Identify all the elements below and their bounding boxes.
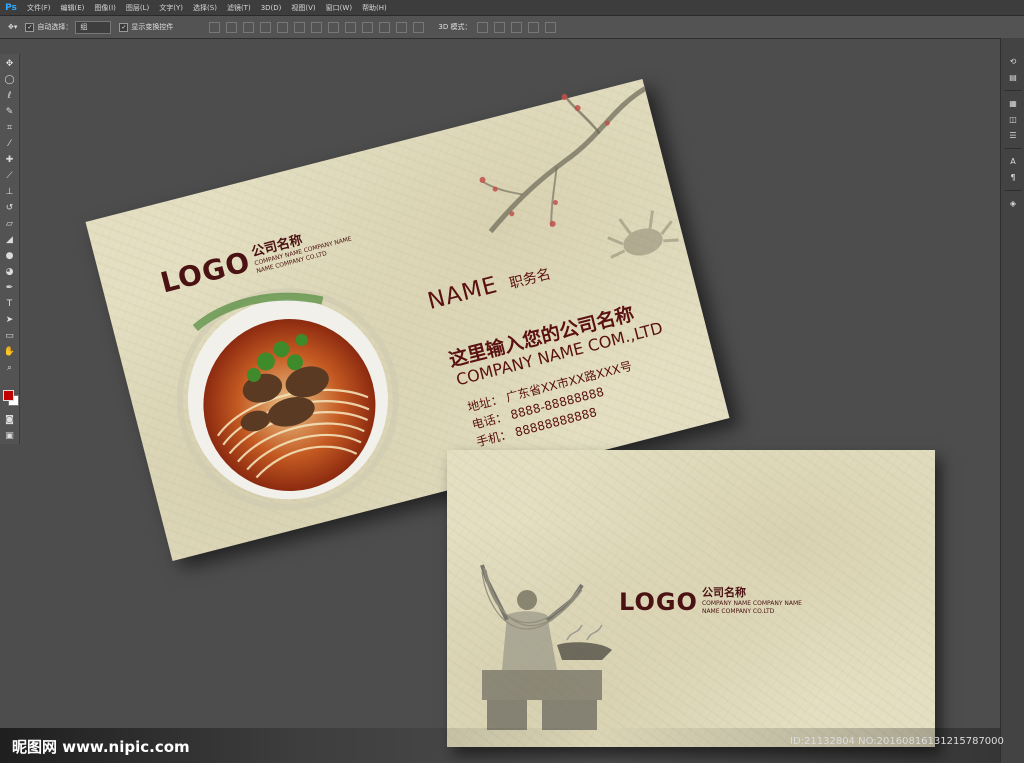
marquee-tool-icon[interactable]: ◯: [3, 74, 16, 87]
3d-roll-icon[interactable]: [494, 21, 506, 33]
photoshop-logo: Ps: [5, 2, 17, 13]
options-bar: ✥▾ ✓ 自动选择： 组 ✓ 显示变换控件 3D 模式：: [0, 16, 1024, 39]
3d-pan-icon[interactable]: [511, 21, 523, 33]
eraser-tool-icon[interactable]: ▱: [3, 218, 16, 231]
show-transform-option[interactable]: ✓ 显示变换控件: [119, 22, 173, 32]
menu-file[interactable]: 文件(F): [22, 3, 56, 13]
quick-select-tool-icon[interactable]: ✎: [3, 106, 16, 119]
path-select-tool-icon[interactable]: ➤: [3, 314, 16, 327]
person-name: NAME: [425, 271, 501, 315]
menu-3d[interactable]: 3D(D): [256, 4, 287, 12]
history-brush-tool-icon[interactable]: ↺: [3, 202, 16, 215]
adjustments-panel-icon[interactable]: ☰: [1007, 130, 1019, 141]
blur-tool-icon[interactable]: ●: [3, 250, 16, 263]
move-tool-preset[interactable]: ✥▾: [8, 23, 17, 31]
menu-filter[interactable]: 滤镜(T): [222, 3, 256, 13]
layers-panel-icon[interactable]: ◫: [1007, 114, 1019, 125]
align-bottom-icon[interactable]: [243, 21, 255, 33]
back-company-en-1: COMPANY NAME COMPANY NAME: [701, 600, 802, 607]
noodle-chef-illustration: [480, 564, 612, 730]
align-center-icon[interactable]: [277, 21, 289, 33]
3d-scale-icon[interactable]: [545, 21, 557, 33]
align-buttons: [203, 21, 425, 33]
front-logo: LOGO: [157, 244, 254, 300]
distribute-bottom-icon[interactable]: [345, 21, 357, 33]
menu-bar: Ps 文件(F) 编辑(E) 图像(I) 图层(L) 文字(Y) 选择(S) 滤…: [0, 0, 1024, 16]
paragraph-panel-icon[interactable]: ¶: [1007, 172, 1019, 183]
pen-tool-icon[interactable]: ✒: [3, 282, 16, 295]
gradient-tool-icon[interactable]: ◢: [3, 234, 16, 247]
menu-help[interactable]: 帮助(H): [357, 3, 392, 13]
auto-select-dropdown[interactable]: 组: [75, 20, 112, 34]
align-right-icon[interactable]: [294, 21, 306, 33]
character-panel-icon[interactable]: A: [1007, 156, 1019, 167]
align-left-icon[interactable]: [260, 21, 272, 33]
quick-mask-icon[interactable]: ◙: [3, 414, 16, 427]
crop-tool-icon[interactable]: ⌗: [3, 122, 16, 135]
align-top-icon[interactable]: [209, 21, 221, 33]
back-logo: LOGO: [619, 588, 698, 616]
move-tool-icon[interactable]: ✥: [3, 58, 16, 71]
back-logo-block: LOGO 公司名称 COMPANY NAME COMPANY NAME NAME…: [619, 584, 802, 616]
auto-align-icon[interactable]: [413, 21, 425, 33]
align-middle-icon[interactable]: [226, 21, 238, 33]
back-company-en-2: NAME COMPANY CO.LTD: [701, 608, 775, 615]
properties-panel-icon[interactable]: ▤: [1007, 72, 1019, 83]
auto-select-label: 自动选择：: [37, 23, 73, 31]
3d-rotate-icon[interactable]: [477, 21, 489, 33]
watermark-id: ID:21132804 NO:20160816131215787000: [790, 736, 1004, 747]
3d-panel-icon[interactable]: ◈: [1007, 198, 1019, 209]
menu-layer[interactable]: 图层(L): [121, 3, 154, 13]
watermark-site: 昵图网 www.nipic.com: [12, 738, 190, 756]
panel-dock: ⟲ ▤ ▦ ◫ ☰ A ¶ ◈: [1000, 38, 1024, 763]
swatches-panel-icon[interactable]: ▦: [1007, 98, 1019, 109]
back-company-names: 公司名称 COMPANY NAME COMPANY NAME NAME COMP…: [702, 584, 802, 616]
dodge-tool-icon[interactable]: ◕: [3, 266, 16, 279]
name-title-row: NAME 职务名: [425, 259, 553, 315]
show-transform-checkbox[interactable]: ✓: [119, 22, 129, 32]
shape-tool-icon[interactable]: ▭: [3, 330, 16, 343]
foreground-color-swatch[interactable]: [3, 390, 14, 401]
hand-tool-icon[interactable]: ✋: [3, 346, 16, 359]
job-title: 职务名: [507, 266, 553, 293]
distribute-right-icon[interactable]: [396, 21, 408, 33]
business-card-back: LOGO 公司名称 COMPANY NAME COMPANY NAME NAME…: [447, 450, 935, 747]
tools-panel: ✥ ◯ ℓ ✎ ⌗ ⁄ ✚ ⟋ ⊥ ↺ ▱ ◢ ● ◕ ✒ T ➤ ▭ ✋ ⌕ …: [0, 54, 20, 444]
show-transform-label: 显示变换控件: [131, 23, 174, 31]
3d-slide-icon[interactable]: [528, 21, 540, 33]
menu-image[interactable]: 图像(I): [89, 3, 121, 13]
distribute-middle-icon[interactable]: [328, 21, 340, 33]
menu-window[interactable]: 窗口(W): [321, 3, 357, 13]
front-company-names: 公司名称 COMPANY NAME COMPANY NAME NAME COMP…: [249, 217, 355, 276]
lasso-tool-icon[interactable]: ℓ: [3, 90, 16, 103]
menu-select[interactable]: 选择(S): [188, 3, 222, 13]
auto-select-option[interactable]: ✓ 自动选择： 组: [25, 20, 112, 34]
screen-mode-icon[interactable]: ▣: [3, 430, 16, 443]
eyedropper-tool-icon[interactable]: ⁄: [3, 138, 16, 151]
move-icon: ✥▾: [8, 23, 18, 31]
type-tool-icon[interactable]: T: [3, 298, 16, 311]
zoom-tool-icon[interactable]: ⌕: [3, 362, 16, 375]
distribute-left-icon[interactable]: [362, 21, 374, 33]
distribute-top-icon[interactable]: [311, 21, 323, 33]
auto-select-checkbox[interactable]: ✓: [25, 22, 35, 32]
healing-brush-tool-icon[interactable]: ✚: [3, 154, 16, 167]
3d-mode-label: 3D 模式：: [438, 23, 472, 31]
back-company-cn: 公司名称: [701, 586, 746, 599]
history-panel-icon[interactable]: ⟲: [1007, 56, 1019, 67]
beef-noodle-photo: [176, 288, 399, 511]
menu-edit[interactable]: 编辑(E): [56, 3, 90, 13]
brush-tool-icon[interactable]: ⟋: [3, 170, 16, 183]
clone-stamp-tool-icon[interactable]: ⊥: [3, 186, 16, 199]
distribute-center-icon[interactable]: [379, 21, 391, 33]
3d-mode-group: 3D 模式：: [438, 21, 557, 33]
menu-view[interactable]: 视图(V): [286, 3, 320, 13]
menu-type[interactable]: 文字(Y): [154, 3, 188, 13]
